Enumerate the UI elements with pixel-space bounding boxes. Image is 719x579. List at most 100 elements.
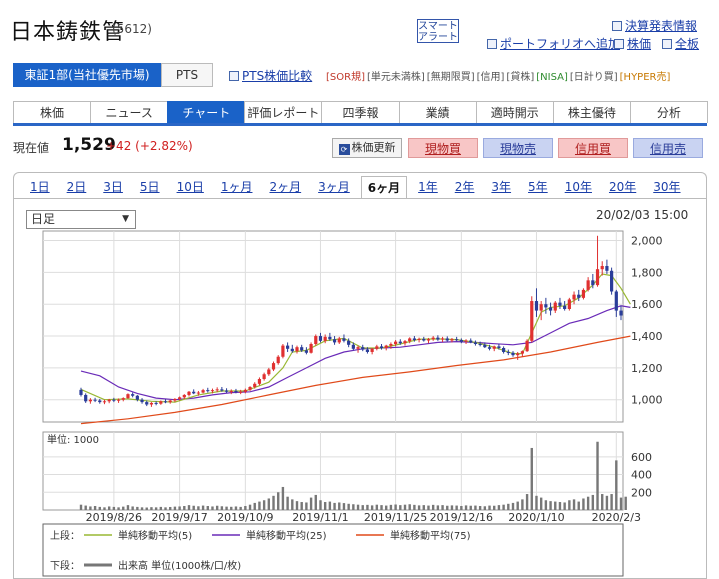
- volume-bar: [192, 505, 195, 510]
- candle-body: [140, 399, 144, 403]
- candle-body: [328, 336, 332, 340]
- candle-body: [431, 337, 435, 340]
- volume-bar: [483, 506, 487, 510]
- candle-body: [102, 401, 107, 403]
- candle-body: [548, 307, 553, 311]
- candle-body: [581, 289, 586, 298]
- candle-body: [239, 391, 243, 393]
- candle-body: [577, 294, 581, 298]
- candle-body: [257, 379, 262, 384]
- candle-body: [332, 339, 337, 343]
- candle-body: [408, 338, 412, 342]
- volume-bar: [248, 504, 252, 510]
- volume-bar: [619, 497, 623, 510]
- candle-body: [173, 398, 177, 401]
- volume-bar: [258, 501, 261, 510]
- volume-bar: [122, 506, 125, 510]
- candle-body: [455, 339, 459, 341]
- volume-bar: [394, 504, 397, 510]
- volume-bar: [441, 505, 444, 510]
- candle-body: [614, 291, 618, 311]
- volume-bar: [478, 506, 482, 510]
- volume-bar: [577, 501, 580, 510]
- volume-bar: [286, 496, 289, 510]
- volume-bar: [154, 507, 158, 510]
- x-tick-label: 2020/2/3: [592, 511, 641, 524]
- volume-bar: [220, 506, 224, 510]
- volume-bar: [366, 504, 369, 510]
- volume-bar: [333, 502, 336, 510]
- x-tick-label: 2019/8/26: [86, 511, 142, 524]
- volume-bar: [370, 505, 374, 510]
- candle-body: [145, 402, 149, 405]
- candle-body: [149, 402, 154, 405]
- volume-bar: [215, 505, 219, 510]
- candle-body: [337, 338, 341, 343]
- candle-body: [558, 302, 562, 306]
- candle-body: [206, 390, 210, 392]
- candle-body: [262, 374, 266, 380]
- volume-bar: [525, 494, 529, 510]
- candle-body: [121, 398, 125, 400]
- candle-body: [539, 304, 543, 311]
- volume-bar: [150, 507, 153, 510]
- candle-body: [426, 339, 431, 341]
- volume-bar: [173, 506, 177, 510]
- volume-bar: [183, 506, 186, 510]
- candle-body: [163, 401, 168, 403]
- candle-body: [384, 345, 388, 348]
- candle-body: [473, 342, 478, 345]
- volume-bar: [516, 501, 519, 510]
- volume-bar: [596, 441, 599, 510]
- candle-body: [422, 338, 426, 341]
- candle-body: [215, 389, 219, 391]
- price-tick-label: 2,000: [631, 235, 663, 248]
- candle-body: [520, 351, 524, 354]
- x-tick-label: 2019/10/9: [217, 511, 273, 524]
- candle-body: [290, 348, 294, 352]
- volume-tick-label: 600: [631, 451, 652, 464]
- legend-item-label: 単純移動平均(75): [390, 529, 471, 542]
- candle-body: [253, 383, 257, 387]
- volume-bar: [281, 486, 285, 510]
- candle-body: [502, 347, 506, 352]
- volume-bar: [79, 504, 83, 510]
- candle-body: [403, 341, 407, 344]
- candle-body: [478, 344, 482, 346]
- volume-bar: [624, 496, 627, 510]
- volume-bar: [408, 504, 411, 510]
- volume-bar: [230, 506, 233, 510]
- ma5-line: [80, 273, 631, 403]
- candle-body: [192, 391, 196, 394]
- candle-body: [88, 399, 92, 402]
- candle-body: [619, 310, 623, 316]
- volume-bar: [356, 504, 360, 510]
- candle-body: [323, 336, 327, 341]
- candle-body: [492, 346, 496, 349]
- volume-bar: [530, 447, 533, 510]
- volume-bar: [262, 500, 266, 510]
- candle-body: [304, 350, 308, 353]
- price-tick-label: 1,800: [631, 266, 663, 279]
- candle-body: [379, 346, 384, 348]
- candle-body: [586, 280, 590, 290]
- candle-body: [445, 338, 449, 341]
- volume-bar: [342, 503, 346, 510]
- volume-bar: [309, 497, 313, 510]
- candle-body: [525, 340, 529, 352]
- volume-bar: [427, 505, 430, 510]
- candle-body: [112, 399, 116, 401]
- candle-body: [131, 394, 135, 396]
- stock-chart: 1,000 1,200 1,400 1,600 1,800 2,000 200 400 600 単…: [42, 230, 663, 577]
- candle-body: [497, 346, 501, 348]
- volume-bar: [169, 506, 172, 510]
- volume-bar: [544, 500, 548, 510]
- candle-body: [436, 337, 440, 340]
- volume-bar: [291, 499, 294, 510]
- candle-body: [79, 389, 83, 395]
- price-tick-label: 1,400: [631, 330, 663, 343]
- volume-bar: [347, 503, 350, 510]
- price-tick-label: 1,000: [631, 394, 663, 407]
- volume-bar: [431, 504, 435, 510]
- candle-body: [464, 340, 468, 342]
